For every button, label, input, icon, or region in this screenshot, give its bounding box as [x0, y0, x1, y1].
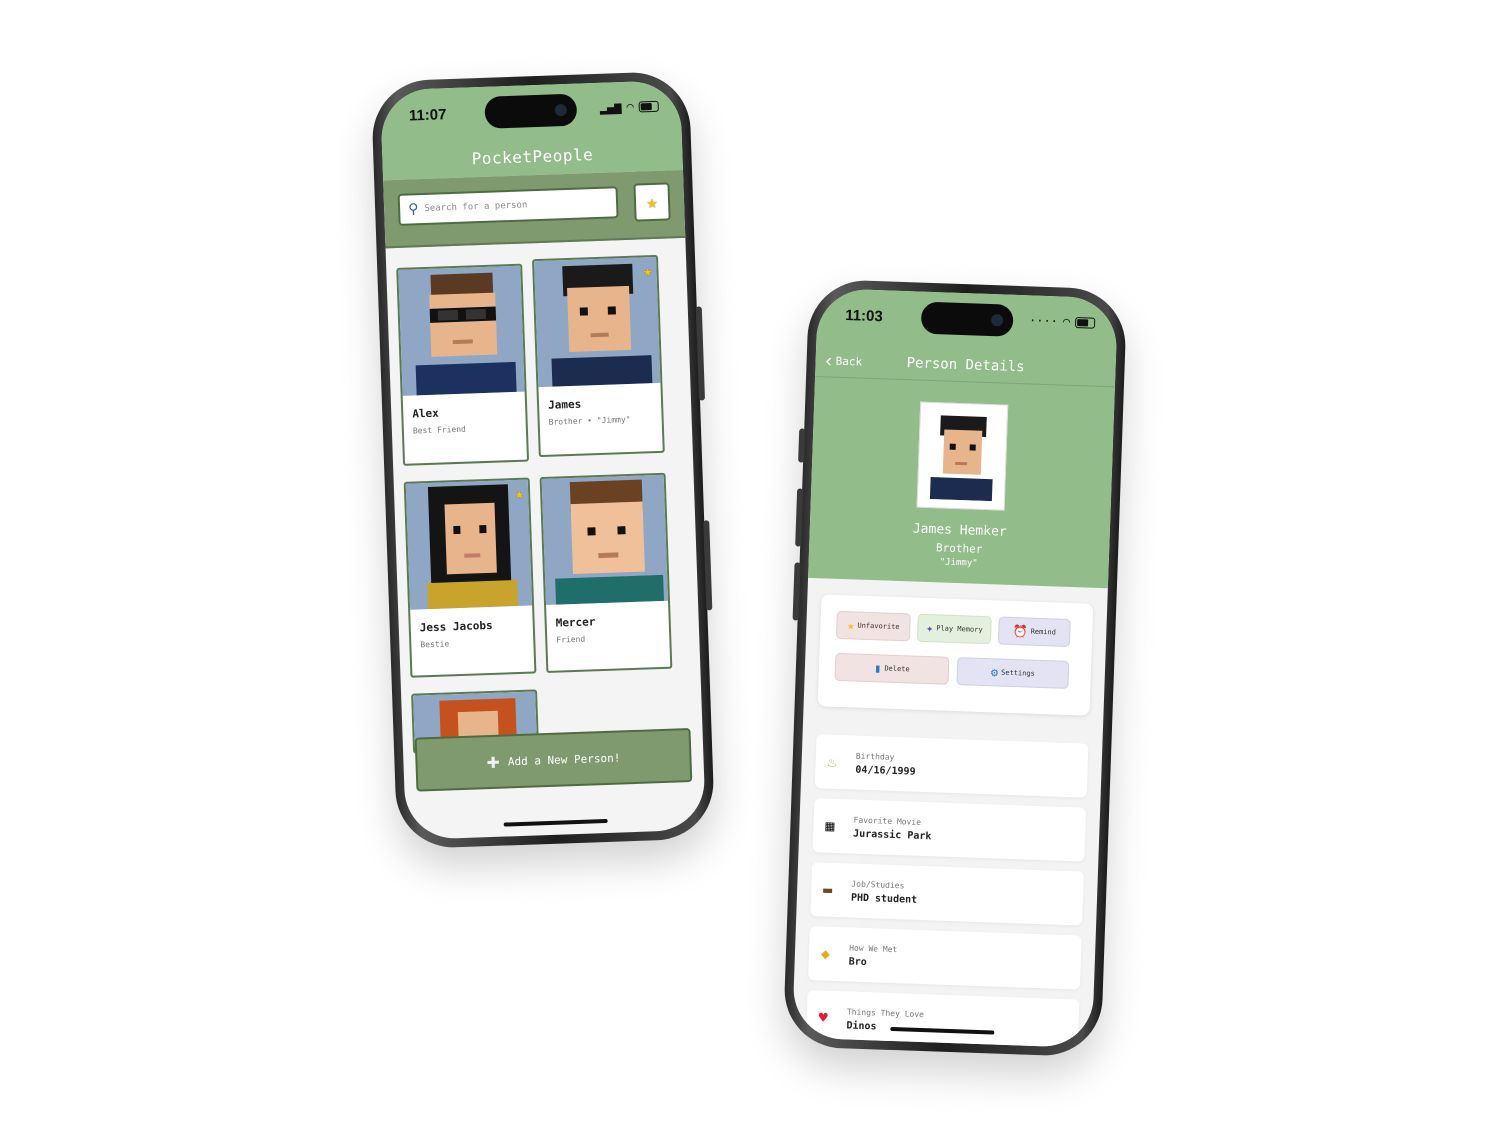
search-bar: ⚲ Search for a person ★: [383, 169, 686, 249]
avatar: ★: [405, 479, 533, 610]
avatar: [398, 265, 525, 396]
add-person-label: Add a New Person!: [507, 750, 621, 768]
gamepad-icon: ✦: [925, 620, 934, 636]
detail-how-we-met: ◆ How We Met Bro: [808, 926, 1082, 990]
volume-up-button: [795, 488, 804, 547]
battery-icon: [1074, 316, 1096, 329]
detail-value: 04/16/1999: [855, 764, 916, 778]
detail-birthday: ♨ Birthday 04/16/1999: [814, 734, 1089, 798]
status-time: 11:07: [408, 106, 447, 125]
search-input[interactable]: ⚲ Search for a person: [397, 186, 619, 226]
status-icons: ▂▄▆ ◠: [600, 99, 659, 115]
battery-icon: [638, 100, 659, 112]
person-name: Jess Jacobs: [419, 618, 493, 635]
favorites-filter-button[interactable]: ★: [633, 182, 671, 222]
star-icon: ★: [646, 191, 658, 213]
clapperboard-icon: ▦: [825, 816, 835, 835]
people-grid: Alex Best Friend ★ James Brother • "Jimm…: [396, 254, 673, 754]
dynamic-island: [920, 301, 1014, 337]
detail-label: Birthday: [855, 751, 895, 762]
page-title: Person Details: [906, 355, 1025, 376]
nav-bar: ‹ Back Person Details: [815, 345, 1116, 388]
person-name: Alex: [412, 406, 440, 421]
unfavorite-button[interactable]: ★ Unfavorite: [835, 610, 911, 642]
delete-button[interactable]: ▮ Delete: [834, 652, 950, 685]
person-relation: Best Friend: [412, 424, 467, 436]
detail-value: PHD student: [850, 892, 918, 906]
handshake-icon: ◆: [820, 944, 831, 963]
person-relation: Bestie: [420, 639, 450, 650]
unfavorite-label: Unfavorite: [857, 621, 900, 632]
person-card-jess-jacobs[interactable]: ★ Jess Jacobs Bestie: [403, 477, 537, 678]
cake-icon: ♨: [827, 752, 837, 771]
detail-label: Things They Love: [846, 1007, 925, 1020]
status-time: 11:03: [844, 306, 884, 326]
trash-icon: ▮: [873, 661, 882, 676]
phone-details-screen: 11:03 ···· ◠ ‹ Back Person Details James…: [782, 278, 1128, 1058]
detail-value: Jurassic Park: [852, 828, 932, 843]
delete-label: Delete: [884, 664, 910, 674]
avatar: ★: [534, 256, 661, 388]
search-placeholder: Search for a person: [424, 200, 528, 214]
side-button: [703, 520, 713, 611]
volume-down-button: [792, 562, 801, 621]
detail-things-they-love: ♥ Things They Love Dinos: [805, 990, 1080, 1049]
heart-icon: ♥: [818, 1008, 829, 1027]
detail-value: Dinos: [846, 1020, 877, 1033]
phone-home-screen: 11:07 ▂▄▆ ◠ PocketPeople ⚲ Search for a …: [370, 70, 716, 850]
remind-label: Remind: [1030, 627, 1057, 637]
power-button: [695, 306, 706, 401]
detail-label: How We Met: [849, 943, 898, 955]
signal-icon: ▂▄▆: [599, 100, 622, 115]
screen: 11:07 ▂▄▆ ◠ PocketPeople ⚲ Search for a …: [380, 79, 706, 841]
wifi-icon: ◠: [626, 99, 634, 114]
app-title: PocketPeople: [471, 145, 594, 169]
briefcase-icon: ▬: [822, 880, 833, 899]
avatar: [541, 474, 668, 605]
favorite-star-icon: ★: [514, 483, 525, 504]
alarm-clock-icon: ⏰: [1012, 623, 1028, 639]
remind-button[interactable]: ⏰ Remind: [997, 616, 1071, 647]
play-memory-label: Play Memory: [936, 624, 983, 634]
search-icon: ⚲: [407, 201, 419, 218]
person-card-james[interactable]: ★ James Brother • "Jimmy": [531, 254, 665, 458]
home-indicator: [503, 818, 608, 827]
status-icons: ···· ◠: [1029, 313, 1096, 329]
favorite-star-icon: ★: [642, 261, 653, 281]
detail-label: Favorite Movie: [853, 815, 922, 827]
person-relation: Friend: [556, 634, 586, 645]
avatar: [916, 401, 1009, 511]
person-card-mercer[interactable]: Mercer Friend: [539, 472, 673, 674]
detail-favorite-movie: ▦ Favorite Movie Jurassic Park: [812, 798, 1087, 862]
person-name: Mercer: [555, 615, 596, 630]
actions-panel: ★ Unfavorite ✦ Play Memory ⏰ Remind ▮ De…: [817, 594, 1094, 716]
dynamic-island: [484, 93, 578, 129]
settings-label: Settings: [1000, 668, 1035, 678]
gear-icon: ⚙: [990, 665, 999, 680]
wifi-icon: ◠: [1062, 314, 1071, 329]
detail-value: Bro: [848, 956, 867, 969]
add-person-button[interactable]: ✚ Add a New Person!: [414, 728, 693, 792]
settings-button[interactable]: ⚙ Settings: [956, 657, 1070, 689]
plus-icon: ✚: [486, 748, 501, 775]
detail-label: Job/Studies: [851, 879, 905, 891]
person-name: James: [547, 397, 582, 412]
person-card-alex[interactable]: Alex Best Friend: [396, 263, 530, 466]
signal-icon: ····: [1028, 313, 1059, 329]
star-icon: ★: [846, 618, 855, 633]
action-button: [798, 428, 806, 463]
play-memory-button[interactable]: ✦ Play Memory: [916, 613, 992, 645]
screen: 11:03 ···· ◠ ‹ Back Person Details James…: [792, 287, 1118, 1049]
person-relation: Brother • "Jimmy": [548, 414, 631, 427]
detail-job-studies: ▬ Job/Studies PHD student: [810, 862, 1084, 926]
